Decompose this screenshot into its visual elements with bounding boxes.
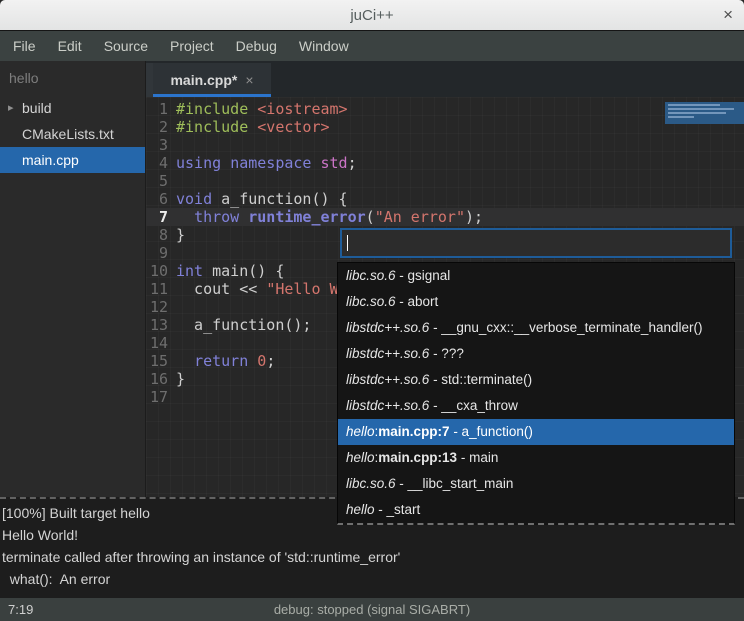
popup-search-input[interactable] bbox=[340, 228, 732, 258]
backtrace-frame[interactable]: libstdc++.so.6 - __cxa_throw bbox=[338, 393, 734, 419]
file-tree-sidebar: hello ▸buildCMakeLists.txtmain.cpp bbox=[0, 61, 146, 497]
backtrace-frame[interactable]: hello:main.cpp:7 - a_function() bbox=[338, 419, 734, 445]
menu-item-debug[interactable]: Debug bbox=[225, 32, 288, 60]
menu-item-project[interactable]: Project bbox=[159, 32, 225, 60]
menubar: FileEditSourceProjectDebugWindow bbox=[0, 31, 744, 61]
line-number[interactable]: 5 bbox=[146, 172, 168, 190]
code-line-2: 2 #include <vector> bbox=[146, 118, 744, 136]
code-line-1: 1 #include <iostream> bbox=[146, 100, 744, 118]
code-text: } bbox=[176, 226, 185, 244]
tab-main-cpp[interactable]: main.cpp* × bbox=[153, 63, 271, 97]
code-text: } bbox=[176, 370, 185, 388]
code-text: using namespace std; bbox=[176, 154, 357, 172]
juci-window: juCi++ × FileEditSourceProjectDebugWindo… bbox=[0, 0, 744, 621]
backtrace-frame[interactable]: libstdc++.so.6 - ??? bbox=[338, 341, 734, 367]
menu-item-window[interactable]: Window bbox=[288, 32, 360, 60]
sidebar-item-main-cpp[interactable]: main.cpp bbox=[0, 147, 145, 173]
line-number[interactable]: 10 bbox=[146, 262, 168, 280]
menu-item-edit[interactable]: Edit bbox=[47, 32, 93, 60]
code-text: #include <vector> bbox=[176, 118, 330, 136]
code-text: return 0; bbox=[176, 352, 275, 370]
line-number[interactable]: 13 bbox=[146, 316, 168, 334]
line-number[interactable]: 3 bbox=[146, 136, 168, 154]
code-line-5: 5 bbox=[146, 172, 744, 190]
tooltip-text-line bbox=[668, 116, 694, 118]
close-icon[interactable]: × bbox=[723, 4, 733, 26]
code-text: cout << "Hello W bbox=[176, 280, 339, 298]
code-line-6: 6 void a_function() { bbox=[146, 190, 744, 208]
backtrace-frame[interactable]: hello - _start bbox=[338, 497, 734, 523]
editor-mini-tooltip bbox=[665, 102, 744, 124]
titlebar: juCi++ × bbox=[0, 0, 744, 31]
sidebar-item-build[interactable]: ▸build bbox=[0, 95, 145, 121]
line-number[interactable]: 2 bbox=[146, 118, 168, 136]
sidebar-item-label: build bbox=[22, 95, 52, 121]
sidebar-item-label: main.cpp bbox=[22, 147, 79, 173]
code-line-3: 3 bbox=[146, 136, 744, 154]
code-text: throw runtime_error("An error"); bbox=[176, 208, 483, 226]
line-number[interactable]: 6 bbox=[146, 190, 168, 208]
text-cursor bbox=[347, 235, 348, 251]
line-number[interactable]: 4 bbox=[146, 154, 168, 172]
backtrace-frame[interactable]: libstdc++.so.6 - std::terminate() bbox=[338, 367, 734, 393]
tooltip-text-line bbox=[668, 112, 726, 114]
line-number[interactable]: 9 bbox=[146, 244, 168, 262]
tab-strip: main.cpp* × bbox=[146, 61, 744, 97]
line-number[interactable]: 8 bbox=[146, 226, 168, 244]
line-number[interactable]: 16 bbox=[146, 370, 168, 388]
sidebar-item-label: CMakeLists.txt bbox=[22, 121, 114, 147]
sidebar-item-cmakelists-txt[interactable]: CMakeLists.txt bbox=[0, 121, 145, 147]
tooltip-text-line bbox=[668, 104, 720, 106]
console-output-line: terminate called after throwing an insta… bbox=[2, 546, 744, 568]
line-number[interactable]: 12 bbox=[146, 298, 168, 316]
debug-status-label: debug: stopped (signal SIGABRT) bbox=[0, 598, 744, 621]
menu-item-file[interactable]: File bbox=[2, 32, 47, 60]
backtrace-frame[interactable]: libc.so.6 - __libc_start_main bbox=[338, 471, 734, 497]
tooltip-text-line bbox=[668, 108, 734, 110]
backtrace-popup: libc.so.6 - gsignallibc.so.6 - abortlibs… bbox=[337, 228, 735, 525]
line-number[interactable]: 1 bbox=[146, 100, 168, 118]
code-line-4: 4 using namespace std; bbox=[146, 154, 744, 172]
tab-close-icon[interactable]: × bbox=[245, 72, 253, 88]
window-title: juCi++ bbox=[350, 7, 393, 24]
line-number[interactable]: 14 bbox=[146, 334, 168, 352]
backtrace-list: libc.so.6 - gsignallibc.so.6 - abortlibs… bbox=[337, 262, 735, 525]
code-text: #include <iostream> bbox=[176, 100, 348, 118]
project-name-header: hello bbox=[0, 61, 145, 95]
line-number[interactable]: 7 bbox=[146, 208, 168, 226]
status-bar: 7:19 debug: stopped (signal SIGABRT) bbox=[0, 598, 744, 621]
backtrace-frame[interactable]: libstdc++.so.6 - __gnu_cxx::__verbose_te… bbox=[338, 315, 734, 341]
code-text: void a_function() { bbox=[176, 190, 348, 208]
expander-arrow-icon: ▸ bbox=[8, 95, 22, 121]
code-text: a_function(); bbox=[176, 316, 311, 334]
menu-item-source[interactable]: Source bbox=[93, 32, 159, 60]
line-number[interactable]: 17 bbox=[146, 388, 168, 406]
backtrace-frame[interactable]: libc.so.6 - gsignal bbox=[338, 263, 734, 289]
tab-strip-notch bbox=[146, 63, 153, 97]
console-output-line: Hello World! bbox=[2, 524, 744, 546]
line-number[interactable]: 11 bbox=[146, 280, 168, 298]
console-output-line: what(): An error bbox=[2, 568, 744, 590]
code-line-7: 7 throw runtime_error("An error"); bbox=[146, 208, 744, 226]
line-number[interactable]: 15 bbox=[146, 352, 168, 370]
tab-label: main.cpp* bbox=[170, 72, 237, 88]
code-text: int main() { bbox=[176, 262, 284, 280]
backtrace-frame[interactable]: libc.so.6 - abort bbox=[338, 289, 734, 315]
backtrace-frame[interactable]: hello:main.cpp:13 - main bbox=[338, 445, 734, 471]
